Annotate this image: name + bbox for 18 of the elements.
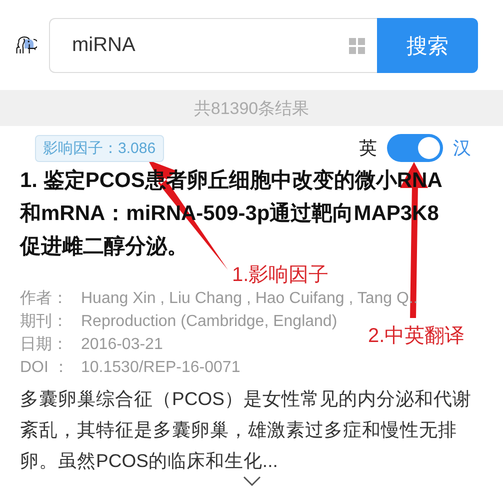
meta-label: DOI ： [20, 358, 70, 378]
abstract-text: 多囊卵巢综合征（PCOS）是女性常见的内分泌和代谢紊乱，其特征是多囊卵巢，雄激素过多症和慢性无排卵。虽然PCOS的临床和生化... [20, 387, 472, 473]
annotation-label: 1.影响因子 [232, 263, 329, 287]
search-field[interactable]: miRNA [49, 18, 377, 73]
english-label: 英 [359, 137, 377, 160]
meta-label: 作者： [20, 288, 69, 309]
language-toggle[interactable] [387, 134, 443, 162]
meta-label: 期刊： [20, 312, 69, 332]
chinese-label: 汉 [453, 137, 471, 160]
meta-value: 10.1530/REP-16-0071 [81, 358, 240, 378]
result-count: 共81390条结果 [0, 90, 503, 126]
impact-factor-badge: 影响因子：3.086 [35, 134, 164, 162]
meta-value: Reproduction (Cambridge, England) [81, 312, 338, 332]
grid-icon[interactable] [349, 38, 365, 54]
meta-label: 日期： [20, 335, 69, 355]
meta-value: 2016-03-21 [81, 335, 163, 355]
chevron-down-icon[interactable] [242, 476, 260, 486]
annotation-label: 2.中英翻译 [368, 324, 465, 349]
